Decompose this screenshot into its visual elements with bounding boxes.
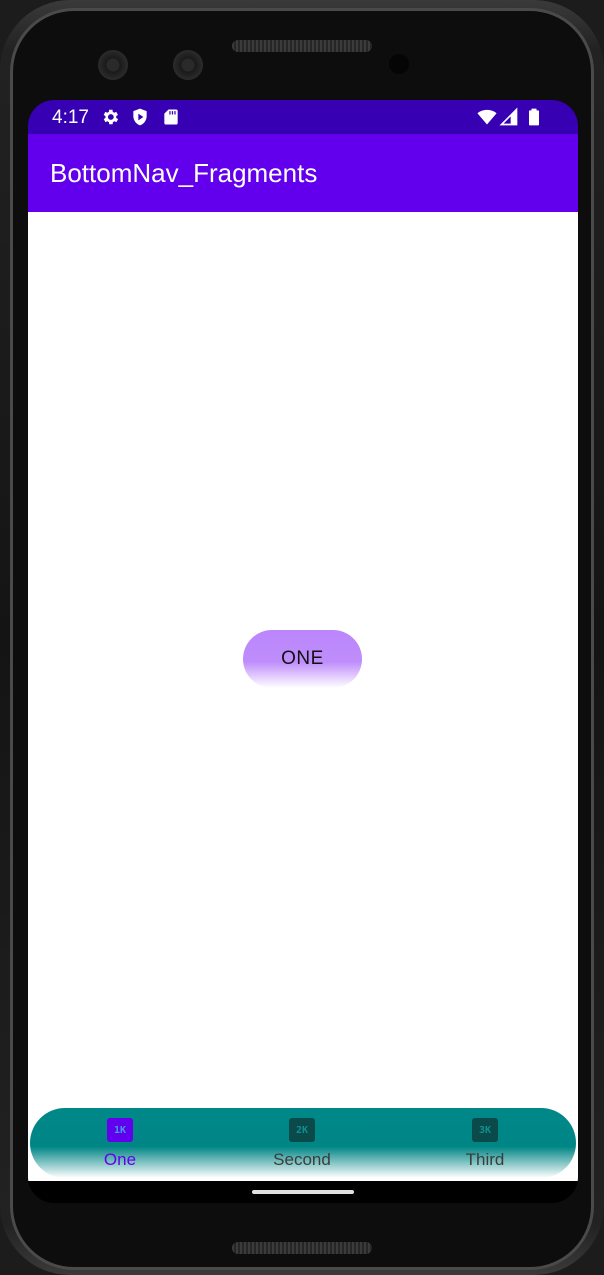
sd-card-icon bbox=[164, 109, 178, 125]
wifi-icon bbox=[477, 109, 497, 125]
app-title: BottomNav_Fragments bbox=[50, 158, 318, 188]
nav-item-one[interactable]: 1K One bbox=[50, 1108, 190, 1178]
nav-label-second: Second bbox=[273, 1150, 331, 1169]
nav-label-third: Third bbox=[465, 1150, 505, 1169]
app-bar: BottomNav_Fragments bbox=[28, 134, 578, 212]
three-k-icon: 3K bbox=[472, 1118, 498, 1142]
device-screen: 4:17 BottomNav_Fragments ONE 1K One 2K S… bbox=[28, 100, 578, 1203]
two-k-icon: 2K bbox=[289, 1118, 315, 1142]
phone-frame: 4:17 BottomNav_Fragments ONE 1K One 2K S… bbox=[0, 0, 604, 1275]
one-button[interactable]: ONE bbox=[243, 630, 362, 688]
one-k-icon: 1K bbox=[107, 1118, 133, 1142]
front-camera-secondary bbox=[173, 50, 203, 80]
earpiece-speaker bbox=[232, 40, 372, 52]
nav-label-one: One bbox=[103, 1150, 137, 1169]
status-bar: 4:17 bbox=[28, 100, 578, 134]
nav-item-second[interactable]: 2K Second bbox=[232, 1108, 372, 1178]
front-camera bbox=[98, 50, 128, 80]
nav-item-third[interactable]: 3K Third bbox=[415, 1108, 555, 1178]
home-indicator[interactable] bbox=[252, 1190, 354, 1194]
status-time: 4:17 bbox=[52, 107, 89, 128]
signal-icon bbox=[499, 107, 518, 126]
fragment-container: ONE bbox=[28, 212, 578, 1181]
proximity-sensor bbox=[389, 54, 409, 74]
bottom-speaker bbox=[232, 1242, 372, 1254]
shield-play-icon bbox=[133, 108, 147, 126]
battery-icon bbox=[529, 108, 539, 126]
settings-gear-icon bbox=[103, 109, 119, 125]
bottom-navigation: 1K One 2K Second 3K Third bbox=[30, 1108, 576, 1178]
